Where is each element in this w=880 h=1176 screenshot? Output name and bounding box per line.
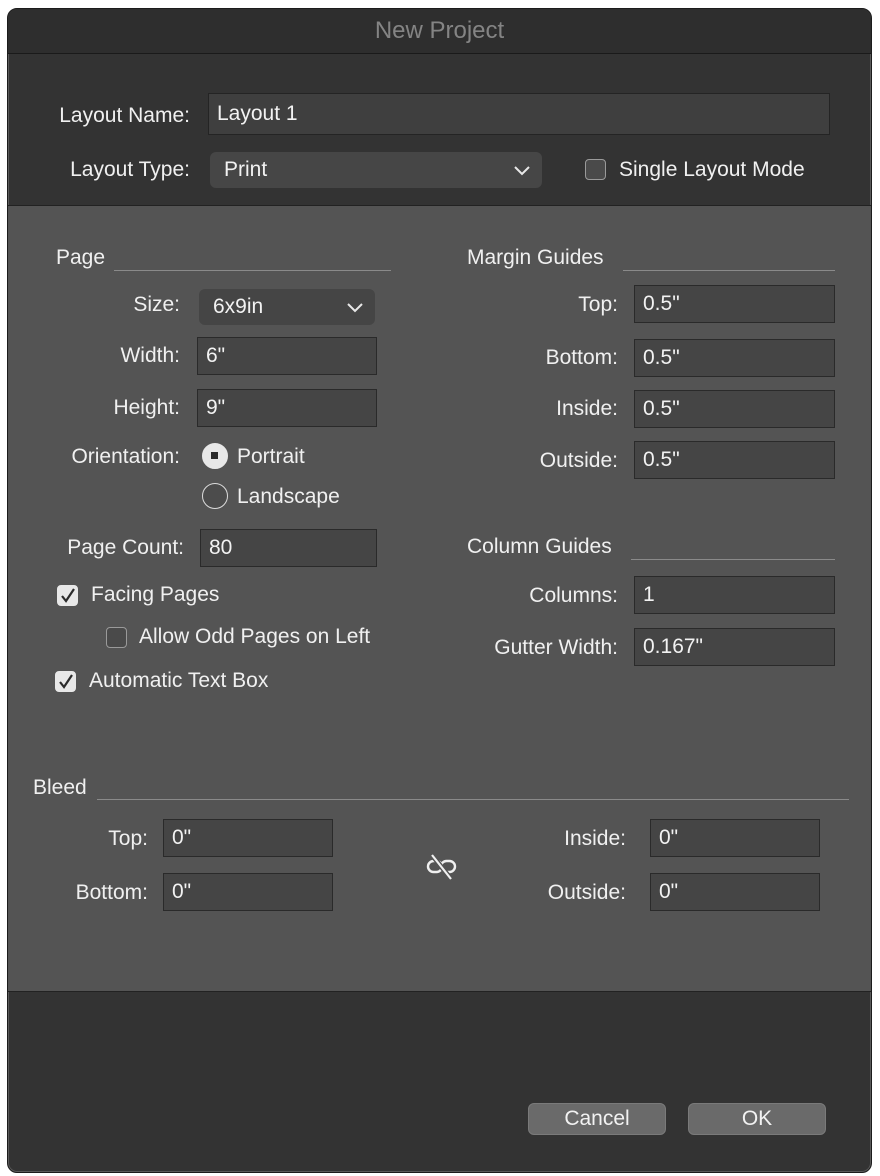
size-value: 6x9in — [213, 295, 264, 318]
landscape-radio[interactable] — [202, 483, 228, 509]
bleed-outside-input[interactable]: 0" — [650, 873, 820, 911]
margin-inside-input[interactable]: 0.5" — [634, 390, 835, 428]
landscape-label: Landscape — [237, 485, 340, 508]
title-bar[interactable]: New Project — [8, 9, 871, 54]
gutter-width-input[interactable]: 0.167" — [634, 628, 835, 666]
margin-top-label: Top: — [578, 293, 618, 316]
margin-inside-label: Inside: — [556, 397, 618, 420]
size-label: Size: — [133, 293, 180, 316]
facing-pages-checkbox[interactable] — [57, 585, 78, 606]
automatic-text-box-checkbox[interactable] — [55, 671, 76, 692]
layout-type-value: Print — [224, 158, 268, 181]
ok-button[interactable]: OK — [688, 1103, 826, 1135]
bleed-bottom-label: Bottom: — [75, 881, 148, 904]
page-count-input[interactable]: 80 — [200, 529, 377, 567]
width-label: Width: — [120, 344, 180, 367]
page-heading-rule — [114, 270, 391, 271]
settings-panel: Page Size: 6x9in Width: 6" Height: 9" Or… — [8, 205, 871, 992]
cancel-button[interactable]: Cancel — [528, 1103, 666, 1135]
bleed-inside-input[interactable]: 0" — [650, 819, 820, 857]
layout-name-label: Layout Name: — [59, 104, 190, 127]
new-project-dialog: New Project Layout Name: Layout 1 Layout… — [7, 8, 872, 1173]
portrait-label: Portrait — [237, 445, 305, 468]
width-input[interactable]: 6" — [197, 337, 377, 375]
window-title: New Project — [374, 17, 505, 44]
bleed-top-label: Top: — [108, 827, 148, 850]
bleed-top-input[interactable]: 0" — [163, 819, 333, 857]
bleed-bottom-input[interactable]: 0" — [163, 873, 333, 911]
size-dropdown[interactable]: 6x9in — [199, 289, 375, 325]
chevron-down-icon — [514, 166, 530, 176]
height-input[interactable]: 9" — [197, 389, 377, 427]
margin-bottom-label: Bottom: — [545, 346, 618, 369]
single-layout-mode-label: Single Layout Mode — [619, 158, 805, 181]
gutter-width-label: Gutter Width: — [494, 636, 618, 659]
automatic-text-box-label: Automatic Text Box — [89, 669, 269, 692]
bleed-outside-label: Outside: — [547, 881, 626, 904]
checkmark-icon — [61, 588, 75, 603]
facing-pages-label: Facing Pages — [91, 583, 220, 606]
unlink-icon[interactable] — [425, 852, 459, 882]
page-count-label: Page Count: — [67, 536, 184, 559]
columns-label: Columns: — [529, 584, 618, 607]
page-heading: Page — [56, 246, 106, 269]
column-guides-rule — [631, 559, 835, 560]
chevron-down-icon — [347, 303, 363, 313]
margin-outside-label: Outside: — [539, 449, 618, 472]
bleed-heading-rule — [97, 799, 849, 800]
checkmark-icon — [59, 674, 73, 689]
layout-type-label: Layout Type: — [70, 158, 190, 181]
columns-input[interactable]: 1 — [634, 576, 835, 614]
bleed-heading: Bleed — [33, 776, 87, 799]
margin-top-input[interactable]: 0.5" — [634, 285, 835, 323]
portrait-radio[interactable] — [202, 443, 228, 469]
height-label: Height: — [113, 396, 180, 419]
bleed-inside-label: Inside: — [564, 827, 626, 850]
margin-outside-input[interactable]: 0.5" — [634, 441, 835, 479]
allow-odd-pages-label: Allow Odd Pages on Left — [139, 625, 371, 648]
single-layout-mode-checkbox[interactable] — [585, 159, 606, 180]
layout-name-input[interactable]: Layout 1 — [208, 93, 830, 135]
column-guides-heading: Column Guides — [467, 535, 612, 558]
margin-guides-heading: Margin Guides — [467, 246, 604, 269]
allow-odd-pages-checkbox[interactable] — [106, 627, 127, 648]
layout-type-dropdown[interactable]: Print — [210, 152, 542, 188]
orientation-label: Orientation: — [71, 445, 180, 468]
margin-guides-rule — [623, 270, 835, 271]
margin-bottom-input[interactable]: 0.5" — [634, 339, 835, 377]
